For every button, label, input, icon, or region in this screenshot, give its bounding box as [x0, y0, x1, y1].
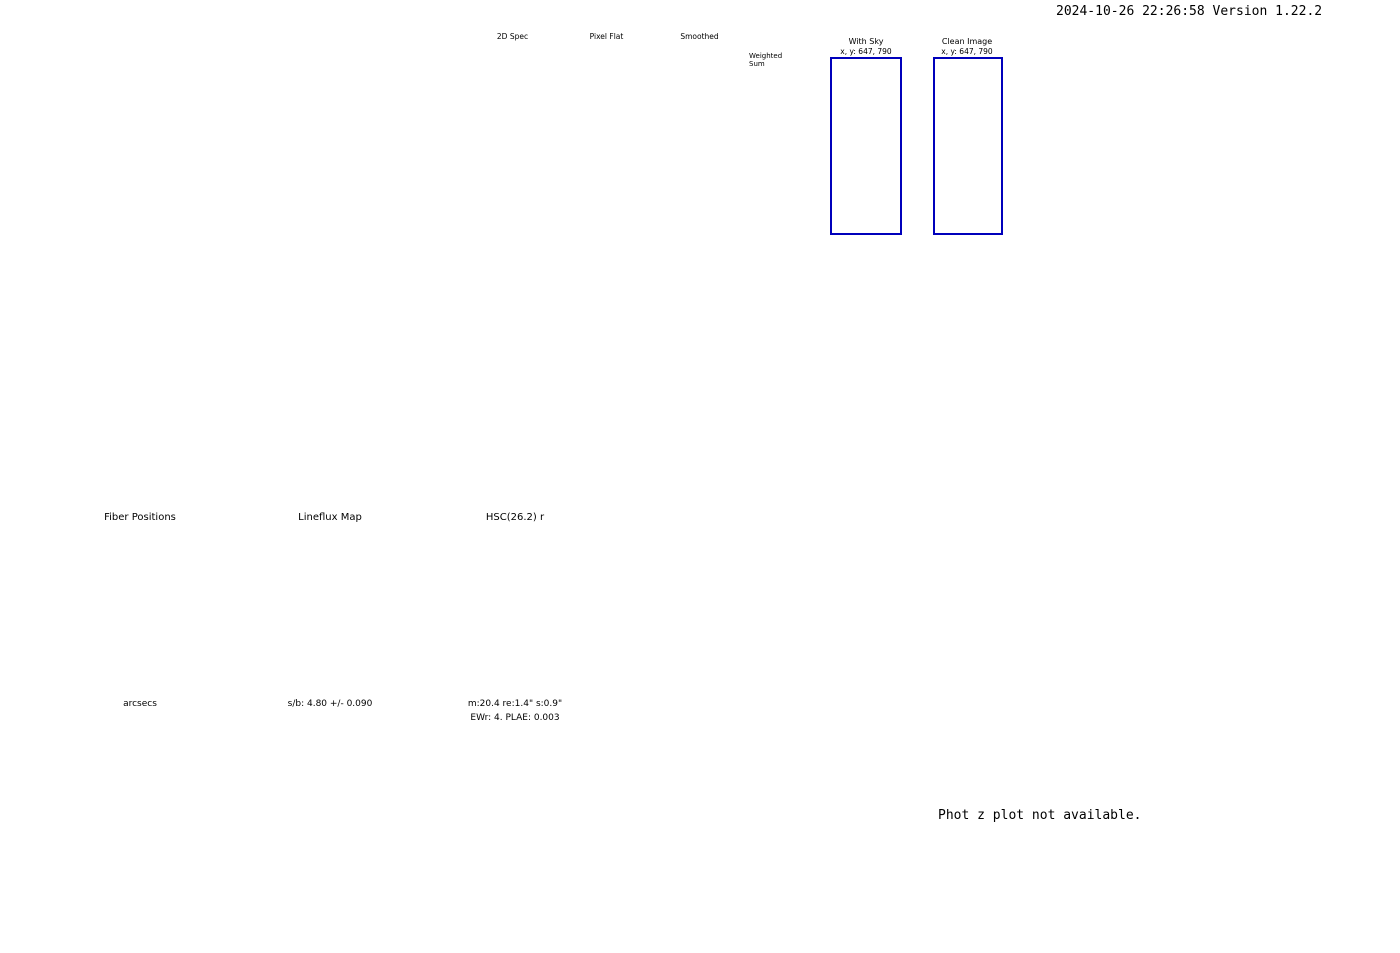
hsc-cutout-plot [405, 524, 615, 696]
fiber-xlabel: arcsecs [123, 699, 157, 709]
clean-image-coords: x, y: 647, 790 [941, 47, 993, 56]
weighted-sum-label: Weighted Sum [749, 52, 782, 68]
header-timestamp-version: 2024-10-26 22:26:58 Version 1.22.2 [1056, 4, 1323, 19]
line-fit-plot [1028, 48, 1318, 248]
hsc-caption-magnitude: m:20.4 re:1.4" s:0.9" [467, 699, 563, 709]
with-sky-image [830, 57, 902, 235]
lineflux-map-title: Lineflux Map [298, 512, 362, 523]
hsc-cutout-title: HSC(26.2) r [485, 512, 545, 523]
elixer-report-page: 2024-10-26 22:26:58 Version 1.22.2 2D Sp… [0, 0, 1400, 953]
col-title-smoothed: Smoothed [680, 32, 719, 41]
with-sky-title: With Sky [848, 37, 884, 46]
weighted-sum-label-line1: Weighted [749, 52, 783, 60]
clean-image-title: Clean Image [941, 37, 993, 46]
lineflux-map-plot [220, 524, 430, 696]
hsc-caption-ewr-plae: EWr: 4. PLAE: 0.003 [470, 713, 560, 723]
clean-image [933, 57, 1003, 235]
weighted-sum-label-line2: Sum [749, 60, 765, 68]
lineflux-caption: s/b: 4.80 +/- 0.090 [287, 699, 373, 709]
full-spectrum-plot [0, 268, 1400, 478]
fiber-positions-plot [30, 524, 240, 696]
col-title-2d-spec: 2D Spec [496, 32, 529, 41]
phot-z-note: Phot z plot not available. [938, 808, 1142, 823]
fiber-positions-title: Fiber Positions [104, 512, 176, 523]
with-sky-coords: x, y: 647, 790 [840, 47, 892, 56]
col-title-pixel-flat: Pixel Flat [589, 32, 624, 41]
